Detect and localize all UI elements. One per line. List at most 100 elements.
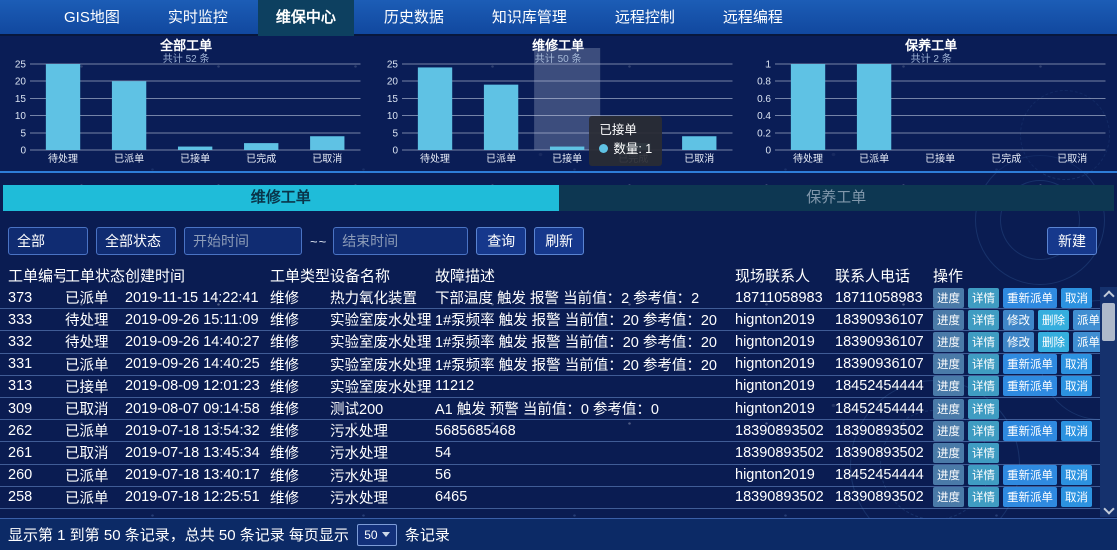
redispatch-button[interactable]: 重新派单 (1003, 376, 1057, 396)
nav-item-knowledge-base[interactable]: 知识库管理 (474, 0, 585, 36)
progress-button[interactable]: 进度 (933, 399, 964, 419)
redispatch-button[interactable]: 重新派单 (1003, 354, 1057, 374)
bar-待处理[interactable] (791, 64, 825, 150)
progress-button[interactable]: 进度 (933, 465, 964, 485)
detail-button[interactable]: 详情 (968, 465, 999, 485)
cell-order-type: 维修 (270, 309, 330, 330)
delete-button[interactable]: 删除 (1038, 332, 1069, 352)
nav-item-remote-control[interactable]: 远程控制 (597, 0, 693, 36)
bar-已派单[interactable] (112, 81, 146, 150)
bar-chart-maintain-orders: 保养工单共计 2 条00.20.40.60.81待处理已派单已接单已完成已取消 (745, 36, 1117, 173)
bar-已取消[interactable] (682, 136, 716, 150)
table-body: 373已派单2019-11-15 14:22:41维修热力氧化装置下部温度 触发… (0, 287, 1117, 509)
detail-button[interactable]: 详情 (968, 487, 999, 507)
delete-button[interactable]: 删除 (1038, 310, 1069, 330)
cell-contact-phone: 18390936107 (835, 312, 933, 328)
type-filter-select[interactable]: 全部 (8, 227, 88, 255)
cell-status: 已派单 (65, 420, 125, 441)
column-header-order-type: 工单类型 (270, 265, 330, 286)
ytick-label: 20 (15, 77, 27, 88)
bar-已接单[interactable] (178, 147, 212, 150)
bar-待处理[interactable] (46, 64, 80, 150)
bar-已接单[interactable] (550, 147, 584, 150)
detail-button[interactable]: 详情 (968, 443, 999, 463)
cell-created-time: 2019-09-26 14:40:25 (125, 356, 270, 372)
column-header-order-id: 工单编号 (8, 265, 65, 286)
cell-contact-phone: 18390936107 (835, 356, 933, 372)
cancel-button[interactable]: 取消 (1061, 487, 1092, 507)
redispatch-button[interactable]: 重新派单 (1003, 487, 1057, 507)
refresh-button[interactable]: 刷新 (534, 227, 584, 255)
redispatch-button[interactable]: 重新派单 (1003, 465, 1057, 485)
progress-button[interactable]: 进度 (933, 421, 964, 441)
bar-已派单[interactable] (857, 64, 891, 150)
new-workorder-button[interactable]: 新建 (1047, 227, 1097, 255)
cell-created-time: 2019-07-18 12:25:51 (125, 489, 270, 505)
scroll-up-icon[interactable] (1100, 287, 1117, 301)
ytick-label: 0 (20, 146, 26, 157)
nav-item-gis-map[interactable]: GIS地图 (46, 0, 138, 36)
progress-button[interactable]: 进度 (933, 443, 964, 463)
bar-已完成[interactable] (244, 143, 278, 150)
column-header-site-contact: 现场联系人 (735, 265, 835, 286)
nav-item-remote-programming[interactable]: 远程编程 (705, 0, 801, 36)
cell-order-id: 262 (8, 423, 65, 439)
tab-maintain-orders[interactable]: 保养工单 (559, 185, 1115, 211)
progress-button[interactable]: 进度 (933, 354, 964, 374)
cell-fault-desc: A1 触发 预警 当前值：0 参考值：0 (435, 398, 735, 419)
detail-button[interactable]: 详情 (968, 310, 999, 330)
detail-button[interactable]: 详情 (968, 354, 999, 374)
record-summary: 显示第 1 到第 50 条记录，总共 50 条记录 每页显示 (8, 524, 349, 545)
progress-button[interactable]: 进度 (933, 310, 964, 330)
detail-button[interactable]: 详情 (968, 399, 999, 419)
bar-待处理[interactable] (418, 67, 452, 150)
cancel-button[interactable]: 取消 (1061, 465, 1092, 485)
cancel-button[interactable]: 取消 (1061, 421, 1092, 441)
cell-created-time: 2019-07-18 13:45:34 (125, 445, 270, 461)
nav-item-history-data[interactable]: 历史数据 (366, 0, 462, 36)
ytick-label: 0 (393, 146, 399, 157)
cell-status: 已派单 (65, 354, 125, 375)
nav-item-maintenance-center[interactable]: 维保中心 (258, 0, 354, 36)
progress-button[interactable]: 进度 (933, 332, 964, 352)
cancel-button[interactable]: 取消 (1061, 288, 1092, 308)
detail-button[interactable]: 详情 (968, 288, 999, 308)
detail-button[interactable]: 详情 (968, 332, 999, 352)
cell-device-name: 实验室废水处理 (330, 376, 435, 397)
cell-order-id: 332 (8, 334, 65, 350)
table-row: 261已取消2019-07-18 13:45:34维修污水处理541839089… (0, 442, 1117, 464)
table-row: 373已派单2019-11-15 14:22:41维修热力氧化装置下部温度 触发… (0, 287, 1117, 309)
nav-item-realtime-monitor[interactable]: 实时监控 (150, 0, 246, 36)
scrollbar-thumb[interactable] (1102, 303, 1115, 341)
cell-status: 已派单 (65, 487, 125, 508)
redispatch-button[interactable]: 重新派单 (1003, 288, 1057, 308)
edit-button[interactable]: 修改 (1003, 332, 1034, 352)
detail-button[interactable]: 详情 (968, 376, 999, 396)
c-sub-label: 共计 2 条 (910, 52, 951, 65)
cancel-button[interactable]: 取消 (1061, 376, 1092, 396)
page-size-select[interactable]: 50 (357, 524, 397, 546)
cancel-button[interactable]: 取消 (1061, 354, 1092, 374)
table-row: 260已派单2019-07-18 13:40:17维修污水处理56hignton… (0, 465, 1117, 487)
cell-contact-phone: 18452454444 (835, 467, 933, 483)
search-button[interactable]: 查询 (476, 227, 526, 255)
detail-button[interactable]: 详情 (968, 421, 999, 441)
progress-button[interactable]: 进度 (933, 487, 964, 507)
table-scrollbar[interactable] (1100, 287, 1117, 517)
progress-button[interactable]: 进度 (933, 288, 964, 308)
end-date-input[interactable] (333, 227, 468, 255)
progress-button[interactable]: 进度 (933, 376, 964, 396)
status-filter-select[interactable]: 全部状态 (96, 227, 176, 255)
edit-button[interactable]: 修改 (1003, 310, 1034, 330)
cell-contact-phone: 18452454444 (835, 401, 933, 417)
start-date-input[interactable] (184, 227, 302, 255)
bar-已派单[interactable] (484, 85, 518, 150)
cell-status: 已派单 (65, 465, 125, 486)
tab-repair-orders[interactable]: 维修工单 (3, 185, 559, 211)
cell-order-type: 维修 (270, 376, 330, 397)
redispatch-button[interactable]: 重新派单 (1003, 421, 1057, 441)
bar-已取消[interactable] (310, 136, 344, 150)
scroll-down-icon[interactable] (1100, 503, 1117, 517)
cell-device-name: 测试200 (330, 398, 435, 419)
xtick-label: 已取消 (1057, 152, 1087, 165)
